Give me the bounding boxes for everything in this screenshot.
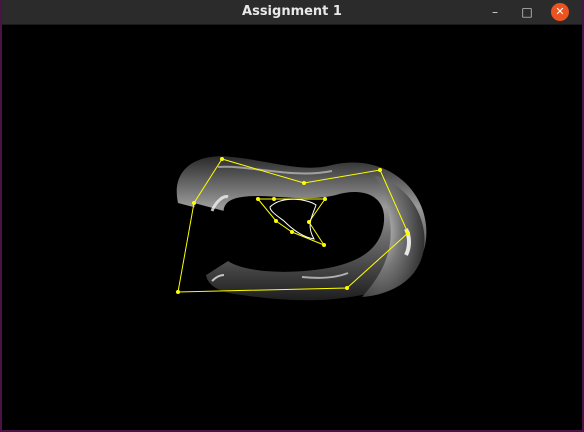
opengl-viewport[interactable] [2,25,582,430]
control-point[interactable] [345,286,349,290]
control-point[interactable] [302,181,306,185]
control-point[interactable] [290,230,294,234]
tube-left-cap [194,203,228,275]
title-bar[interactable]: Assignment 1 – □ ✕ [2,0,582,25]
control-point[interactable] [274,219,278,223]
tube-surface [176,156,427,301]
control-point[interactable] [307,220,311,224]
close-button[interactable]: ✕ [551,3,569,21]
control-point[interactable] [322,243,326,247]
control-point[interactable] [192,201,196,205]
control-point[interactable] [272,197,276,201]
minimize-button[interactable]: – [486,3,504,21]
control-point[interactable] [220,157,224,161]
app-window: Assignment 1 – □ ✕ [0,0,584,432]
control-point[interactable] [378,168,382,172]
control-point[interactable] [256,197,260,201]
control-point[interactable] [323,197,327,201]
inner-control-polygon [257,198,326,247]
control-point[interactable] [176,290,180,294]
render-canvas[interactable] [2,25,582,430]
inner-control-points[interactable] [256,197,327,247]
control-point[interactable] [406,231,410,235]
maximize-button[interactable]: □ [518,3,536,21]
